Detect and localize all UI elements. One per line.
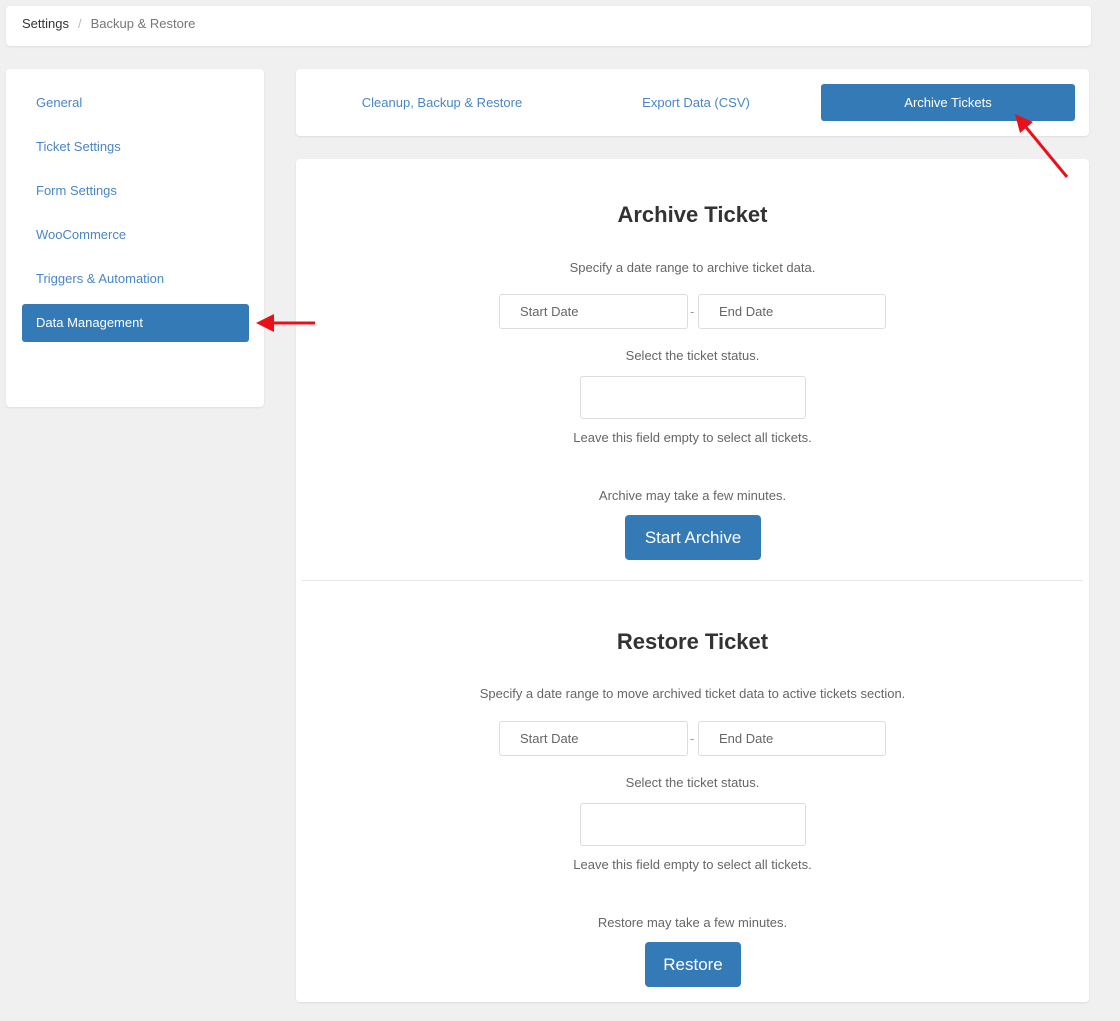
restore-start-date-input[interactable] (499, 721, 688, 756)
tab-archive-tickets[interactable]: Archive Tickets (821, 84, 1075, 121)
sidebar-item-triggers-automation[interactable]: Triggers & Automation (22, 260, 249, 298)
settings-sidebar: General Ticket Settings Form Settings Wo… (6, 69, 264, 407)
breadcrumb-current: Backup & Restore (90, 16, 196, 31)
breadcrumb: Settings / Backup & Restore (6, 6, 1091, 46)
archive-note: Archive may take a few minutes. (598, 488, 787, 503)
restore-note: Restore may take a few minutes. (597, 915, 788, 930)
archive-title: Archive Ticket (617, 202, 768, 227)
sidebar-item-data-management[interactable]: Data Management (22, 304, 249, 342)
date-range-dash: - (690, 304, 695, 319)
restore-title: Restore Ticket (616, 629, 769, 654)
restore-button[interactable]: Restore (645, 942, 741, 987)
archive-panel: Archive Ticket Specify a date range to a… (296, 159, 1089, 1002)
archive-hint: Leave this field empty to select all tic… (573, 430, 812, 445)
sidebar-item-general[interactable]: General (22, 84, 249, 122)
sidebar-item-ticket-settings[interactable]: Ticket Settings (22, 128, 249, 166)
archive-status-label: Select the ticket status. (625, 348, 760, 363)
archive-start-date-input[interactable] (499, 294, 688, 329)
restore-status-label: Select the ticket status. (625, 775, 760, 790)
section-divider (302, 580, 1083, 581)
sidebar-item-woocommerce[interactable]: WooCommerce (22, 216, 249, 254)
breadcrumb-settings[interactable]: Settings (22, 16, 69, 31)
breadcrumb-separator: / (77, 16, 82, 31)
tab-export-data[interactable]: Export Data (CSV) (569, 84, 823, 121)
restore-status-select[interactable] (580, 803, 806, 846)
start-archive-button[interactable]: Start Archive (625, 515, 761, 560)
tab-cleanup-backup-restore[interactable]: Cleanup, Backup & Restore (315, 84, 569, 121)
restore-description: Specify a date range to move archived ti… (479, 686, 906, 701)
date-range-dash: - (690, 731, 695, 746)
restore-hint: Leave this field empty to select all tic… (573, 857, 812, 872)
archive-description: Specify a date range to archive ticket d… (569, 260, 816, 275)
archive-status-select[interactable] (580, 376, 806, 419)
archive-end-date-input[interactable] (698, 294, 886, 329)
sidebar-item-form-settings[interactable]: Form Settings (22, 172, 249, 210)
tab-bar: Cleanup, Backup & Restore Export Data (C… (296, 69, 1089, 136)
restore-end-date-input[interactable] (698, 721, 886, 756)
